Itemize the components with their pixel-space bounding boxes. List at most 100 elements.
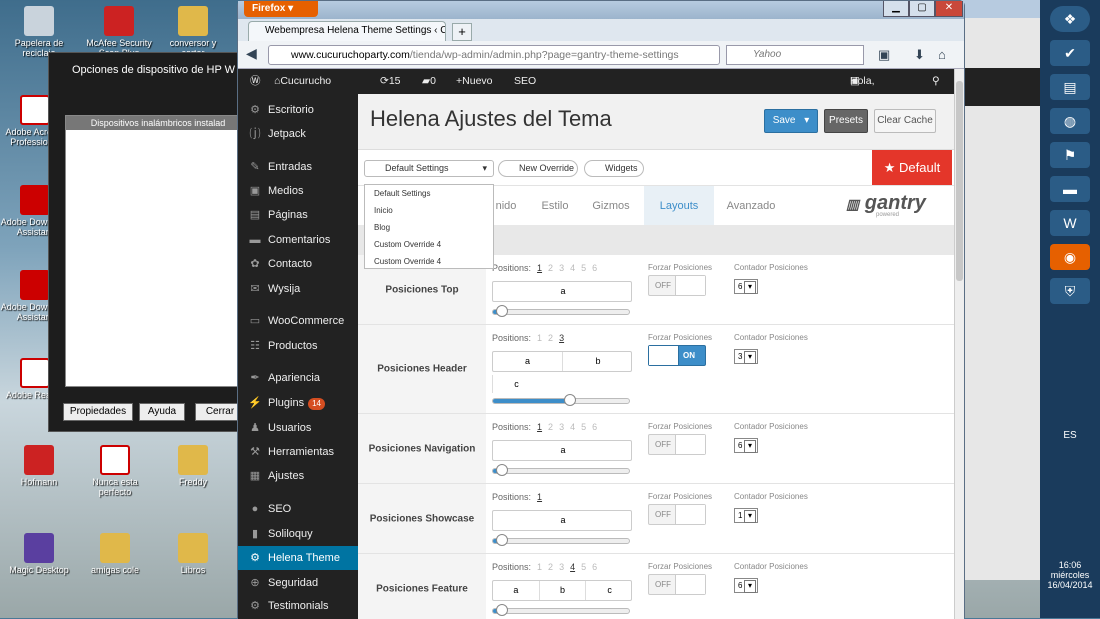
help-button[interactable]: Ayuda xyxy=(139,403,185,421)
position-count-option[interactable]: 6 xyxy=(592,422,597,432)
language-indicator[interactable]: ES xyxy=(1040,430,1100,441)
sidebar-item-páginas[interactable]: ▤ Páginas xyxy=(238,203,358,227)
contador-select[interactable]: 6 xyxy=(734,438,758,453)
download-icon[interactable]: ⬇ xyxy=(914,47,925,63)
new-link[interactable]: + Nuevo xyxy=(456,69,493,94)
sidebar-item-testimonials[interactable]: ⚙ Testimonials xyxy=(238,594,358,618)
bookmarks-icon[interactable]: ▣ xyxy=(878,47,890,63)
position-count-option[interactable]: 5 xyxy=(581,562,586,572)
positions-slider[interactable] xyxy=(492,394,630,406)
desktop-icon-amigas[interactable]: amigas cole xyxy=(80,533,150,575)
firefox-menu-button[interactable]: Firefox ▾ xyxy=(244,1,318,17)
dropdown-option[interactable]: Inicio xyxy=(365,202,493,219)
sidebar-item-usuarios[interactable]: ♟ Usuarios xyxy=(238,416,358,440)
tab-gizmos[interactable]: Gizmos xyxy=(586,186,636,226)
position-box[interactable]: b xyxy=(563,352,633,371)
position-box[interactable]: a xyxy=(493,441,633,460)
tab-layouts[interactable]: Layouts xyxy=(644,186,714,226)
sidebar-item-seo[interactable]: ● SEO xyxy=(238,497,358,521)
taskbar-item-firefox[interactable]: ◉ xyxy=(1050,244,1090,270)
desktop-icon-libros[interactable]: Libros xyxy=(158,533,228,575)
position-count-option[interactable]: 4 xyxy=(570,422,575,432)
browser-tab[interactable]: Webempresa Helena Theme Settings ‹ C... xyxy=(248,21,446,41)
sidebar-item-medios[interactable]: ▣ Medios xyxy=(238,179,358,203)
position-count-option[interactable]: 3 xyxy=(559,422,564,432)
forzar-toggle[interactable]: OFF xyxy=(648,504,706,525)
dropdown-option[interactable]: Default Settings xyxy=(365,185,493,202)
seo-link[interactable]: SEO xyxy=(514,69,536,94)
contador-select[interactable]: 3 xyxy=(734,349,758,364)
clear-cache-button[interactable]: Clear Cache xyxy=(874,109,936,133)
dropdown-option[interactable]: Custom Override 4 xyxy=(365,236,493,253)
position-count-option[interactable]: 6 xyxy=(592,562,597,572)
forzar-toggle[interactable]: ON xyxy=(648,345,706,366)
slider-handle[interactable] xyxy=(563,394,576,406)
position-count-option[interactable]: 1 xyxy=(537,492,542,502)
desktop-icon-conversor[interactable]: conversor y cortar xyxy=(158,6,228,58)
dropdown-option[interactable]: Blog xyxy=(365,219,493,236)
positions-slider[interactable] xyxy=(492,464,630,476)
contador-select[interactable]: 6 xyxy=(734,578,758,593)
admin-search-icon[interactable]: ⚲ xyxy=(932,69,940,94)
forzar-toggle[interactable]: OFF xyxy=(648,275,706,296)
contador-select[interactable]: 1 xyxy=(734,508,758,523)
sidebar-item-contacto[interactable]: ✿ Contacto xyxy=(238,252,358,276)
position-count-option[interactable]: 2 xyxy=(548,422,553,432)
scrollbar-thumb[interactable] xyxy=(956,81,963,281)
taskbar-item-shield[interactable]: ⛨ xyxy=(1050,278,1090,304)
position-count-option[interactable]: 4 xyxy=(570,263,575,273)
properties-button[interactable]: Propiedades xyxy=(63,403,133,421)
position-count-option[interactable]: 1 xyxy=(537,422,542,432)
sidebar-item-jetpack[interactable]: ⒥ Jetpack xyxy=(238,122,358,146)
positions-slider[interactable] xyxy=(492,604,630,616)
tab-estilo[interactable]: Estilo xyxy=(532,186,578,226)
maximize-button[interactable]: ▢ xyxy=(909,1,935,17)
contador-select[interactable]: 6 xyxy=(734,279,758,294)
sidebar-item-woocommerce[interactable]: ▭ WooCommerce xyxy=(238,309,358,333)
taskbar-item-1[interactable]: ✔ xyxy=(1050,40,1090,66)
positions-slider[interactable] xyxy=(492,305,630,317)
dropdown-option[interactable]: Custom Override 4 xyxy=(365,253,493,270)
sidebar-item-wysija[interactable]: ✉ Wysija xyxy=(238,277,358,301)
new-override-button[interactable]: New Override xyxy=(498,160,578,177)
position-count-option[interactable]: 6 xyxy=(592,263,597,273)
sidebar-item-productos[interactable]: ☷ Productos xyxy=(238,334,358,358)
position-box[interactable]: a xyxy=(493,511,633,530)
desktop-icon-hofmann[interactable]: Hofmann xyxy=(4,445,74,487)
account-greeting[interactable]: Hola, admin ▣ xyxy=(850,69,879,112)
position-count-option[interactable]: 1 xyxy=(537,333,542,343)
slider-handle[interactable] xyxy=(495,534,508,546)
position-box[interactable]: a xyxy=(493,581,540,600)
position-count-option[interactable]: 4 xyxy=(570,562,575,572)
position-count-option[interactable]: 2 xyxy=(548,562,553,572)
site-name[interactable]: ⌂ Cucurucho Party xyxy=(274,69,331,112)
desktop-icon-mcafee[interactable]: McAfee Security Scan Plus xyxy=(84,6,154,58)
sidebar-item-entradas[interactable]: ✎ Entradas xyxy=(238,155,358,179)
presets-button[interactable]: Presets xyxy=(824,109,868,133)
desktop-icon-pdf[interactable]: Nunca esta perfecto xyxy=(80,445,150,497)
position-box[interactable]: b xyxy=(540,581,587,600)
position-count-option[interactable]: 1 xyxy=(537,562,542,572)
search-box[interactable]: Yahoo xyxy=(726,45,864,65)
tab-avanzado[interactable]: Avanzado xyxy=(718,186,784,226)
taskbar-item-word[interactable]: W xyxy=(1050,210,1090,236)
override-select[interactable]: Default Settings ▾ xyxy=(364,160,494,177)
sidebar-item-ajustes[interactable]: ▦ Ajustes xyxy=(238,464,358,488)
widgets-button[interactable]: Widgets xyxy=(584,160,644,177)
desktop-icon-recycle-bin[interactable]: Papelera de reciclaje xyxy=(4,6,74,58)
taskbar-item-folder[interactable]: ▬ xyxy=(1050,176,1090,202)
sidebar-item-seguridad[interactable]: ⊕ Seguridad xyxy=(238,571,358,595)
position-count-option[interactable]: 2 xyxy=(548,333,553,343)
position-count-option[interactable]: 3 xyxy=(559,333,564,343)
forzar-toggle[interactable]: OFF xyxy=(648,434,706,455)
position-count-option[interactable]: 5 xyxy=(581,422,586,432)
position-count-option[interactable]: 2 xyxy=(548,263,553,273)
slider-handle[interactable] xyxy=(495,604,508,616)
position-count-option[interactable]: 3 xyxy=(559,263,564,273)
forzar-toggle[interactable]: OFF xyxy=(648,574,706,595)
positions-slider[interactable] xyxy=(492,534,630,546)
url-bar[interactable]: www.cucuruchoparty.com/tienda/wp-admin/a… xyxy=(268,45,720,65)
position-box[interactable]: a xyxy=(493,352,563,371)
desktop-icon-freddy[interactable]: Freddy xyxy=(158,445,228,487)
position-box[interactable]: c xyxy=(492,375,540,393)
